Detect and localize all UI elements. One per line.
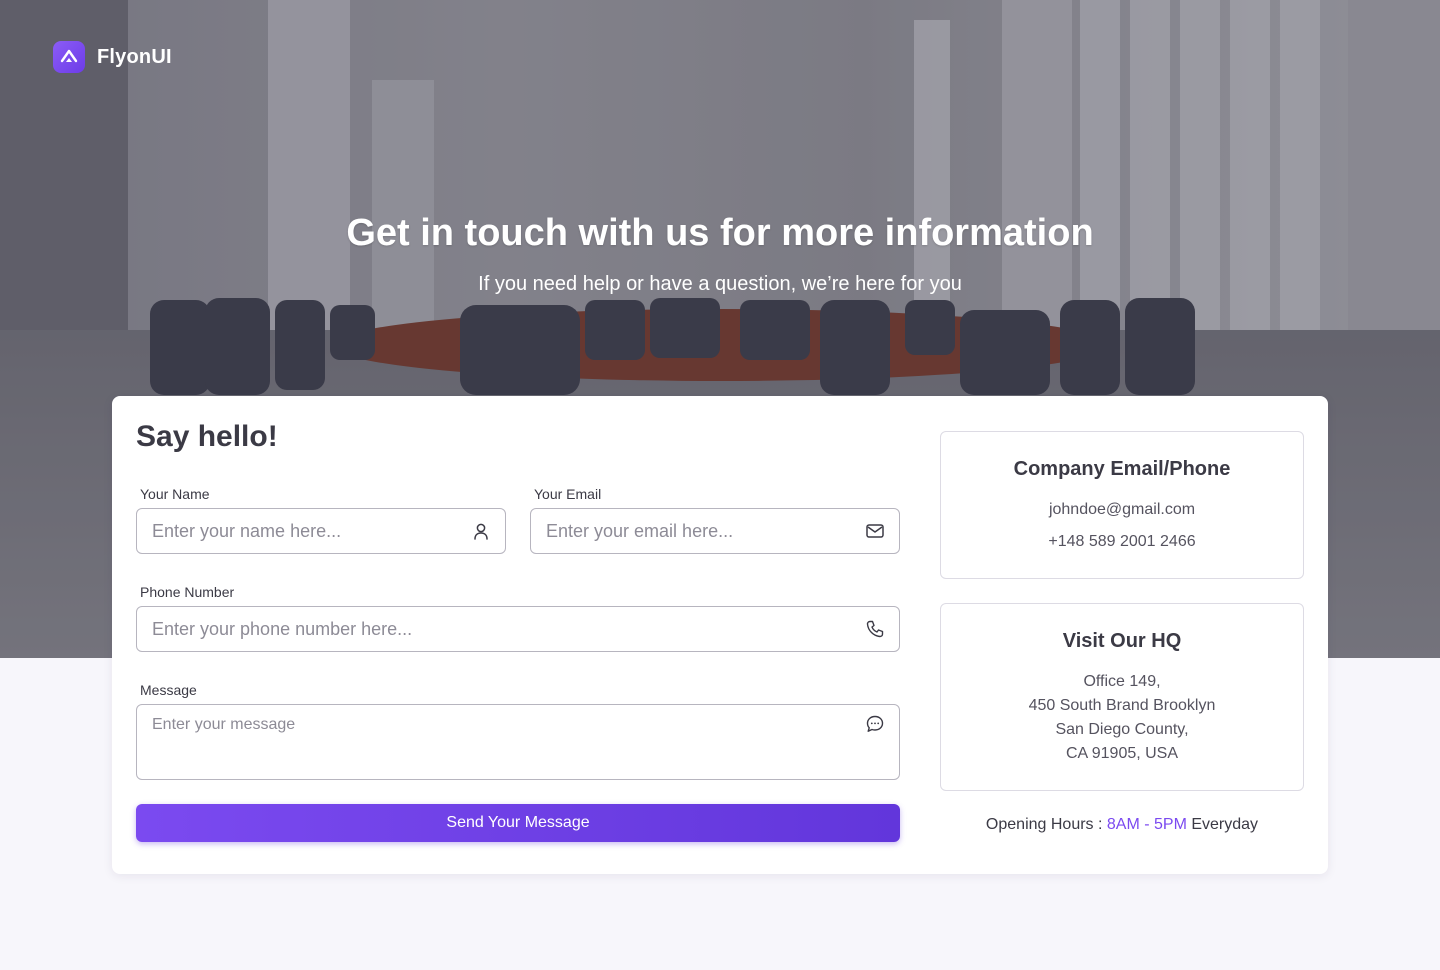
- hq-title: Visit Our HQ: [1062, 630, 1182, 652]
- hq-address-line: CA 91905, USA: [1065, 745, 1179, 762]
- hq-address-line: 450 South Brand Brooklyn: [1028, 697, 1216, 714]
- send-message-button[interactable]: Send Your Message: [136, 804, 900, 842]
- brand-name: FlyonUI: [97, 45, 172, 68]
- logo-icon: [53, 41, 85, 73]
- company-phone[interactable]: +148 589 2001 2466: [941, 530, 1303, 554]
- brand[interactable]: FlyonUI: [53, 41, 172, 73]
- hq-address-line: Office 149,: [1083, 673, 1161, 690]
- message-field[interactable]: [136, 704, 900, 780]
- hq-address: Office 149, 450 South Brand Brooklyn San…: [941, 670, 1303, 766]
- hq-address-box: Visit Our HQ Office 149, 450 South Brand…: [940, 603, 1304, 791]
- phone-icon: [866, 620, 884, 638]
- company-contact-title: Company Email/Phone: [1013, 458, 1231, 480]
- name-label: Your Name: [140, 486, 210, 502]
- phone-label: Phone Number: [140, 584, 235, 600]
- opening-hours-label: Opening Hours :: [985, 816, 1103, 833]
- opening-hours-range: 8AM - 5PM: [1106, 816, 1187, 833]
- phone-input[interactable]: [152, 607, 865, 651]
- email-label: Your Email: [534, 486, 602, 502]
- name-field[interactable]: [136, 508, 506, 554]
- message-input[interactable]: [152, 705, 865, 779]
- form-title: Say hello!: [136, 420, 278, 453]
- opening-hours-days: Everyday: [1191, 816, 1259, 833]
- company-contact-box: Company Email/Phone johndoe@gmail.com +1…: [940, 431, 1304, 579]
- name-input[interactable]: [152, 509, 471, 553]
- email-input[interactable]: [546, 509, 865, 553]
- hq-address-line: San Diego County,: [1055, 721, 1189, 738]
- contact-card: Say hello! Your Name Your Email Phone Nu…: [112, 396, 1328, 874]
- hero-subtitle: If you need help or have a question, we’…: [478, 273, 962, 295]
- user-icon: [474, 523, 488, 540]
- phone-field[interactable]: [136, 606, 900, 652]
- mail-icon: [866, 524, 884, 538]
- hero-title: Get in touch with us for more informatio…: [346, 212, 1094, 254]
- message-label: Message: [140, 682, 197, 698]
- opening-hours: Opening Hours : 8AM - 5PM Everyday: [940, 816, 1304, 834]
- company-email[interactable]: johndoe@gmail.com: [941, 498, 1303, 522]
- chat-bubble-icon: [866, 715, 884, 732]
- email-field[interactable]: [530, 508, 900, 554]
